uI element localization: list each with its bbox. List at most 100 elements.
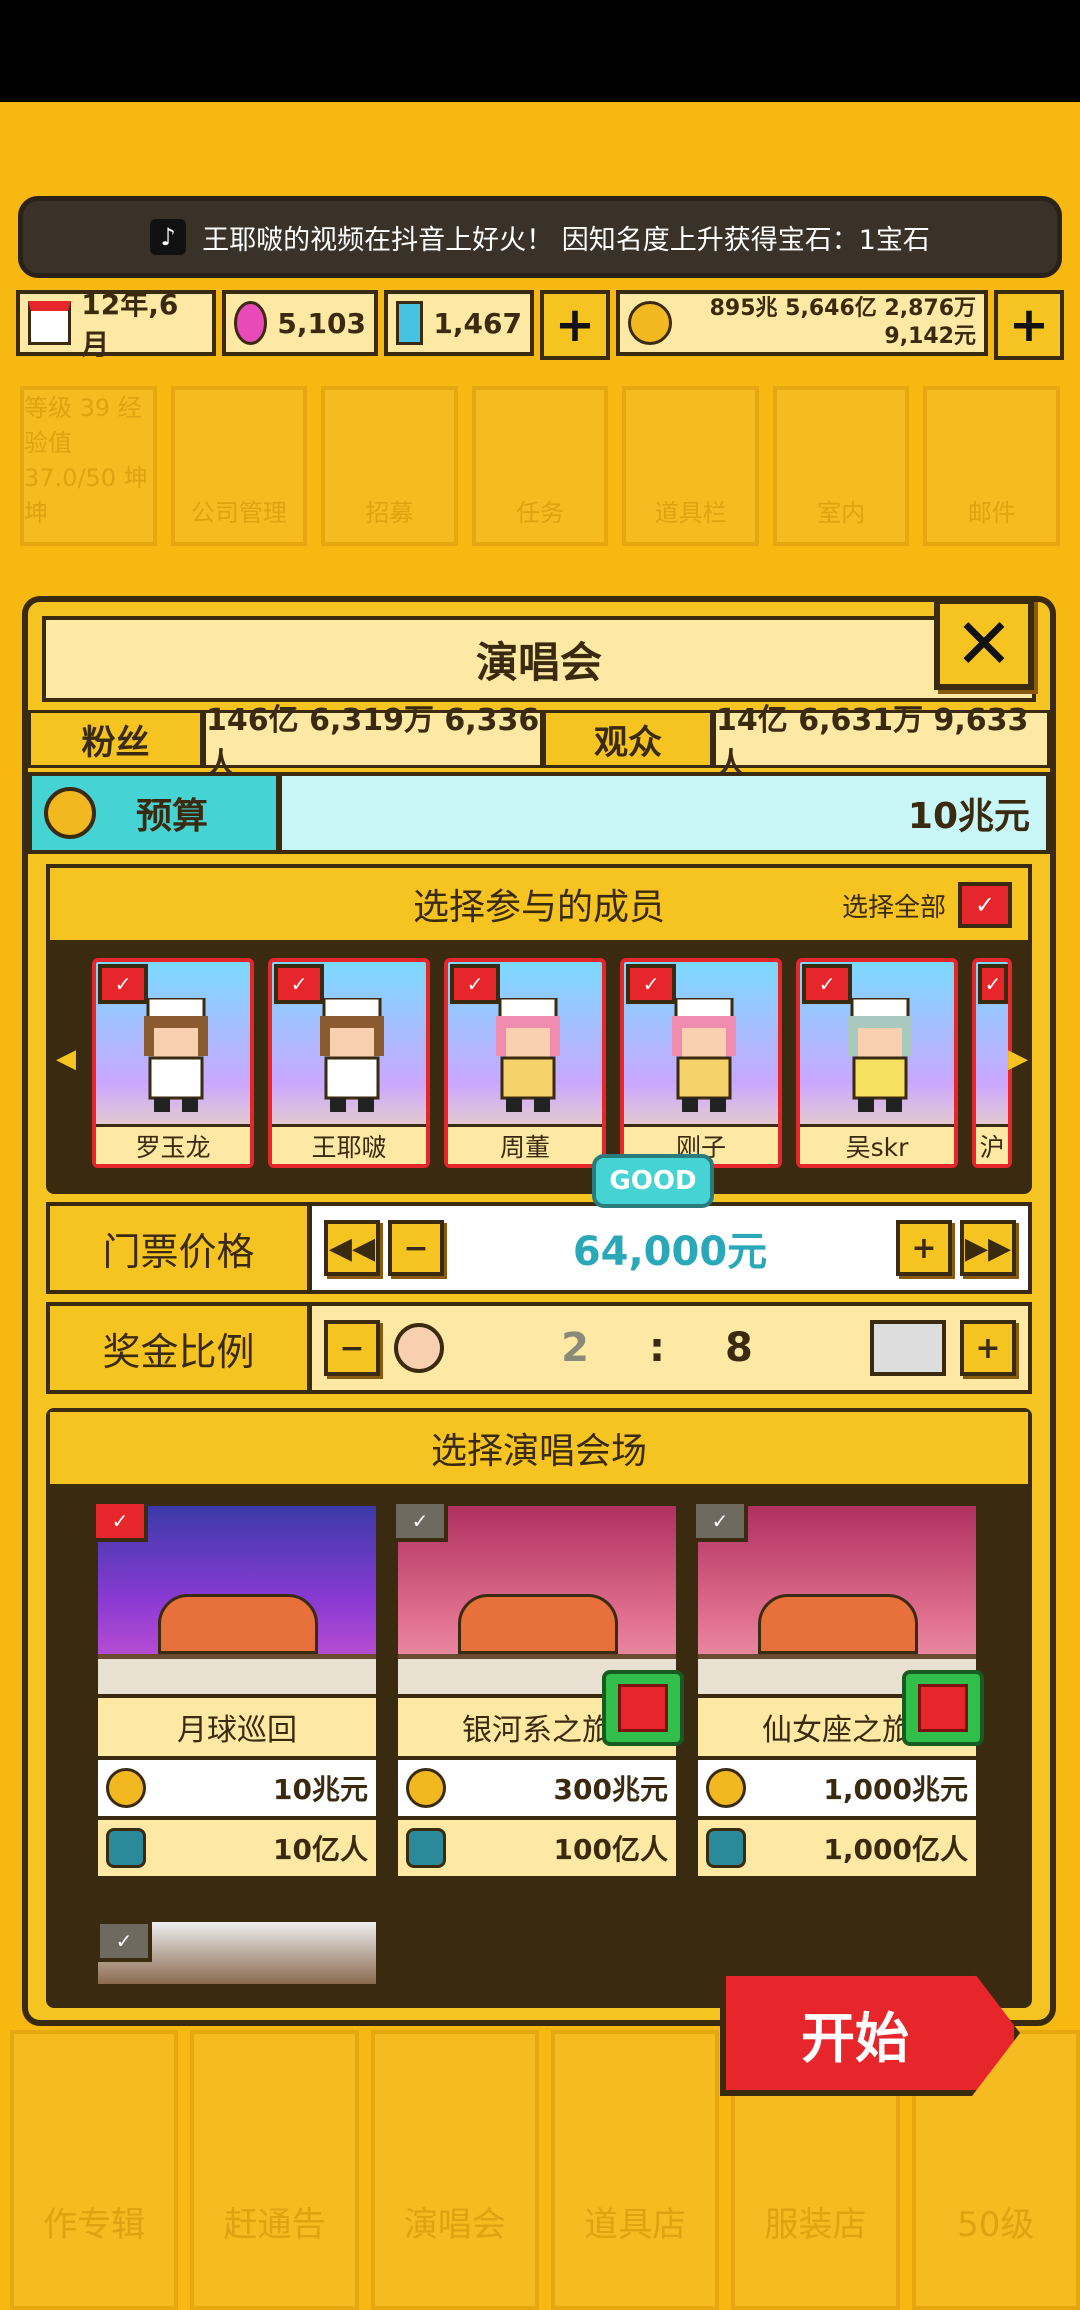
venue-cost-row: 300兆元 (394, 1760, 680, 1820)
pink-gem-value: 5,103 (277, 306, 366, 340)
bonus-separator: : (649, 1325, 665, 1371)
ticket-rating-badge: GOOD (592, 1154, 714, 1208)
member-name: 吴skr (800, 1124, 954, 1164)
venue-audience: 1,000亿人 (823, 1833, 968, 1866)
member-avatar (320, 998, 384, 1112)
gift-icon[interactable] (902, 1670, 984, 1746)
dialog-title: 演唱会 (42, 616, 1036, 702)
select-all-label: 选择全部 (841, 892, 946, 923)
scroll-left-icon[interactable]: ◀ (56, 1044, 76, 1074)
members-header: 选择参与的成员 选择全部 ✓ (46, 864, 1032, 944)
member-name: 周董 (448, 1124, 602, 1164)
member-avatar (496, 998, 560, 1112)
ticket-price-control: ◀◀ − 64,000元 + ▶▶ (312, 1206, 1028, 1290)
ticket-price-label: 门票价格 (50, 1206, 312, 1290)
scroll-right-icon[interactable]: ▶ (1008, 1044, 1028, 1074)
member-card[interactable]: ✓ 吴skr (796, 958, 958, 1168)
budget-label-box: 预算 (32, 776, 282, 850)
venue-header: 选择演唱会场 (46, 1408, 1032, 1488)
gift-icon[interactable] (602, 1670, 684, 1746)
venue-checkbox[interactable]: ✓ (96, 1920, 152, 1962)
bg-menu-item: 室内 (772, 386, 910, 546)
fans-value: 146亿 6,319万 6,336人 (203, 703, 543, 782)
venue-audience: 100亿人 (553, 1833, 668, 1866)
concert-dialog: 演唱会 ✕ 粉丝 146亿 6,319万 6,336人 观众 14亿 6,631… (22, 596, 1056, 2026)
blue-gem-icon (396, 301, 424, 345)
venue-card-partial[interactable]: ✓ (94, 1918, 380, 1988)
bonus-ratio-control: − 2 : 8 + (312, 1306, 1028, 1390)
bg-menu-item: 招募 (321, 386, 458, 546)
venue-audience: 10亿人 (273, 1833, 368, 1866)
bonus-ratio-label: 奖金比例 (50, 1306, 312, 1390)
venue-card[interactable]: ✓ 仙女座之旅 1,000兆元 1,000亿人 (692, 1500, 984, 1880)
select-all-checkbox[interactable]: ✓ (958, 882, 1012, 928)
venue-card[interactable]: ✓ 月球巡回 10兆元 10亿人 (92, 1500, 380, 1880)
ticket-decrease-fast-button[interactable]: ◀◀ (324, 1220, 380, 1276)
coin-icon (106, 1768, 146, 1808)
member-card[interactable]: ✓ 沪 (972, 958, 1012, 1168)
venue-cost-row: 10兆元 (94, 1760, 380, 1820)
members-title: 选择参与的成员 (412, 887, 665, 928)
ticket-increase-fast-button[interactable]: ▶▶ (960, 1220, 1016, 1276)
bg-menu-item: 道具栏 (622, 386, 759, 546)
member-card[interactable]: ✓ 王耶啵 (268, 958, 430, 1168)
member-face-icon (394, 1323, 444, 1373)
member-card[interactable]: ✓ 刚子 (620, 958, 782, 1168)
venue-cost: 1,000兆元 (823, 1773, 968, 1806)
venue-checkbox[interactable]: ✓ (692, 1500, 748, 1542)
company-building-icon (870, 1320, 946, 1376)
venue-checkbox[interactable]: ✓ (392, 1500, 448, 1542)
member-avatar (144, 998, 208, 1112)
bottom-nav-item: 作专辑 (10, 2030, 179, 2310)
bottom-nav-item: 赶通告 (190, 2030, 359, 2310)
money-value-line1: 895兆 5,646亿 2,876万 (709, 296, 976, 321)
ticket-price-value: 64,000元 (572, 1229, 768, 1275)
bonus-decrease-button[interactable]: − (324, 1320, 380, 1376)
venue-card[interactable]: ✓ 银河系之旅 300兆元 100亿人 (392, 1500, 684, 1880)
money-value-line2: 9,142元 (884, 324, 976, 349)
bg-menu-item: 任务 (471, 386, 609, 546)
calendar-icon (28, 301, 72, 345)
member-avatar (848, 998, 912, 1112)
pink-gem-icon (234, 301, 268, 345)
audience-label: 观众 (543, 710, 713, 768)
venue-audience-row: 1,000亿人 (694, 1820, 980, 1880)
coin-icon (44, 787, 96, 839)
bg-menu-item: 等级 39 经验值37.0/50 坤坤 (20, 386, 157, 546)
close-button[interactable]: ✕ (934, 598, 1034, 690)
bg-menu-item: 邮件 (923, 386, 1061, 546)
member-list[interactable]: ◀ ✓ 罗玉龙 ✓ 王耶啵 ✓ 周董 ✓ 刚子 ✓ 吴skr ✓ 沪 ▶ (46, 944, 1032, 1172)
venue-section: 选择演唱会场 ✓ 月球巡回 10兆元 10亿人 ✓ 银河系之旅 300兆元 10… (46, 1408, 1032, 2008)
date-value: 12年,6月 (81, 288, 179, 361)
venue-name: 月球巡回 (94, 1698, 380, 1760)
ticket-increase-button[interactable]: + (896, 1220, 952, 1276)
member-card[interactable]: ✓ 周董 (444, 958, 606, 1168)
bg-menu-item: 公司管理 (170, 386, 308, 546)
status-bar (0, 0, 1080, 102)
add-money-button[interactable]: + (994, 290, 1064, 360)
person-icon (406, 1828, 446, 1868)
bonus-member-share: 2 (561, 1325, 589, 1371)
member-name: 王耶啵 (272, 1124, 426, 1164)
bonus-increase-button[interactable]: + (960, 1320, 1016, 1376)
venue-audience-row: 10亿人 (94, 1820, 380, 1880)
blue-gem-display: 1,467 (384, 290, 534, 356)
coin-icon (628, 301, 672, 345)
add-gems-button[interactable]: + (540, 290, 610, 360)
ticket-decrease-button[interactable]: − (388, 1220, 444, 1276)
member-avatar (672, 998, 736, 1112)
audience-value: 14亿 6,631万 9,633人 (713, 703, 1050, 782)
members-section: 选择参与的成员 选择全部 ✓ ◀ ✓ 罗玉龙 ✓ 王耶啵 ✓ 周董 ✓ 刚子 ✓… (46, 864, 1032, 1194)
venue-checkbox[interactable]: ✓ (92, 1500, 148, 1542)
member-checkbox[interactable]: ✓ (978, 964, 1008, 1004)
bottom-nav-item: 演唱会 (370, 2030, 539, 2310)
member-card[interactable]: ✓ 罗玉龙 (92, 958, 254, 1168)
blue-gem-value: 1,467 (433, 306, 522, 340)
select-all-toggle[interactable]: 选择全部 ✓ (842, 882, 1012, 928)
bonus-ratio-row: 奖金比例 − 2 : 8 + (46, 1302, 1032, 1394)
venue-audience-row: 100亿人 (394, 1820, 680, 1880)
start-button[interactable]: 开始 (720, 1970, 1020, 2096)
venue-list[interactable]: ✓ 月球巡回 10兆元 10亿人 ✓ 银河系之旅 300兆元 100亿人 ✓ 仙… (46, 1488, 1032, 1880)
venue-cost: 10兆元 (273, 1773, 368, 1806)
budget-label: 预算 (136, 796, 209, 837)
